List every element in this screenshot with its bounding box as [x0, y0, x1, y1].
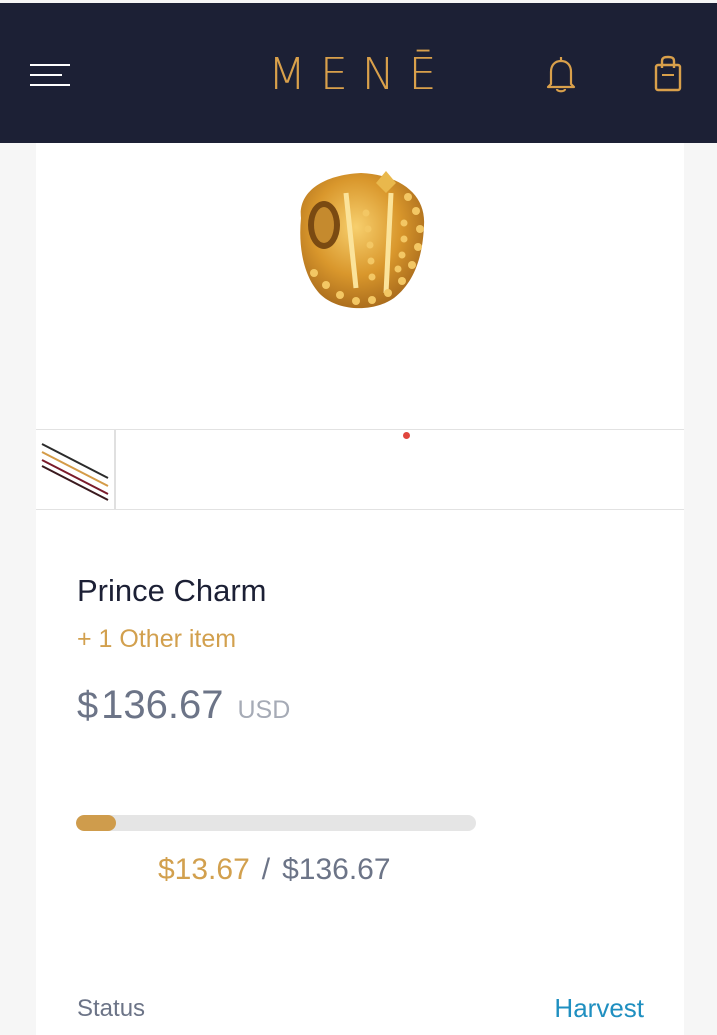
product-title: Prince Charm — [77, 573, 267, 608]
status-label: Status — [77, 995, 146, 1022]
thumbnail-cords[interactable] — [36, 430, 116, 509]
price-amount: 136.67 — [101, 683, 224, 727]
amount-separator: / — [261, 853, 271, 886]
thumbnail-strip — [36, 430, 684, 510]
raised-amount: $13.67 — [158, 853, 250, 886]
gold-crown-charm — [300, 171, 425, 309]
currency-code: USD — [237, 696, 291, 724]
menu-line — [30, 74, 62, 76]
goal-amount: $136.67 — [282, 853, 391, 886]
other-items-link[interactable]: + 1 Other item — [77, 625, 236, 654]
product-card: Prince Charm + 1 Other item $ 136.67 USD… — [36, 143, 684, 1035]
brand-logo[interactable]: MENĒ — [268, 43, 453, 97]
product-image — [36, 143, 684, 430]
funding-progress-bar — [76, 815, 476, 831]
funding-progress-fill — [76, 815, 116, 831]
menu-icon[interactable] — [30, 61, 70, 91]
currency-symbol: $ — [77, 685, 99, 727]
top-header: MENĒ — [0, 3, 717, 143]
bell-icon[interactable] — [543, 55, 579, 93]
status-value[interactable]: Harvest — [554, 993, 644, 1024]
menu-line — [30, 64, 70, 66]
funding-amounts: $13.67 / $136.67 — [158, 853, 391, 887]
menu-line — [30, 84, 70, 86]
shopping-bag-icon[interactable] — [652, 55, 684, 93]
product-price: $ 136.67 USD — [77, 683, 290, 728]
carousel-indicator — [403, 432, 410, 439]
